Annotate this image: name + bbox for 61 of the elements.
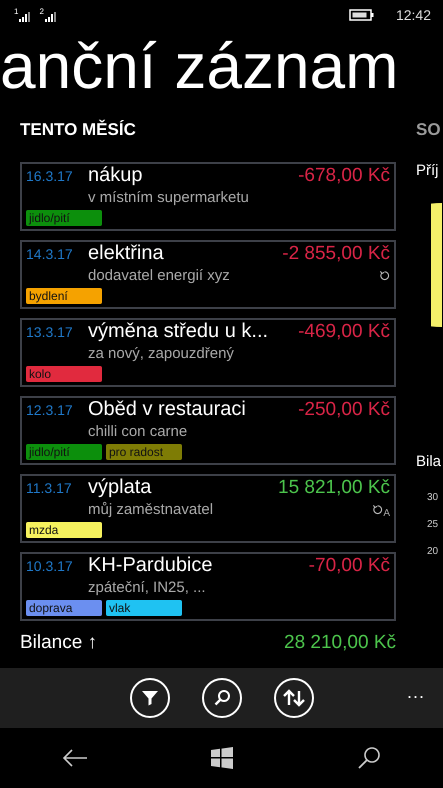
transaction-title: Oběd v restauraci — [88, 398, 247, 421]
transaction-amount: -678,00 Kč — [298, 165, 390, 187]
transaction-note: za nový, zapouzdřený — [88, 344, 235, 362]
category-tag: kolo — [26, 366, 102, 382]
income-label: Příj — [416, 162, 438, 179]
transaction-date: 13.3.17 — [26, 324, 74, 340]
category-tag: mzda — [26, 522, 102, 538]
transaction-amount: -250,00 Kč — [298, 399, 390, 421]
repeat-mark: A — [383, 508, 390, 519]
transaction-note: zpáteční, IN25, ... — [88, 578, 207, 596]
transaction-title: KH-Pardubice — [88, 554, 214, 577]
transaction-date: 10.3.17 — [26, 558, 74, 574]
transaction-card[interactable]: 16.3.17 nákup -678,00 Kč v místním supermarketu jidlo/pití — [20, 162, 396, 231]
balance-amount: 28 210,00 Kč — [284, 632, 396, 654]
category-tag: bydlení — [26, 288, 102, 304]
transaction-date: 14.3.17 — [26, 246, 74, 262]
transaction-note: chilli con carne — [88, 422, 188, 440]
sort-arrows-icon — [282, 688, 306, 708]
category-tag: jidlo/pití — [26, 210, 102, 226]
sim-number: 1 — [14, 8, 18, 16]
transaction-note: dodavatel energií xyz — [88, 266, 231, 284]
transaction-note: můj zaměstnavatel — [88, 500, 214, 518]
clock-time: 12:42 — [396, 7, 431, 23]
transaction-amount: -70,00 Kč — [308, 555, 390, 577]
signal-icon — [44, 12, 57, 22]
transaction-card[interactable]: 13.3.17 výměna středu u k... -469,00 Kč za nový, zapouzdřený kolo — [20, 318, 396, 387]
transaction-date: 11.3.17 — [26, 480, 73, 496]
more-button[interactable]: ... — [406, 682, 425, 703]
transaction-amount: 15 821,00 Kč — [278, 477, 390, 499]
signal-icon — [19, 12, 32, 22]
category-tag: jidlo/pití — [26, 444, 102, 460]
filter-button[interactable] — [130, 678, 170, 718]
category-tag: pro radost — [106, 444, 182, 460]
transaction-title: výměna středu u k... — [88, 320, 270, 343]
pivot-tab[interactable]: TENTO MĚSÍC — [20, 120, 136, 140]
axis-label: 20 — [427, 546, 440, 557]
balance-chart-label: Bila — [416, 453, 442, 470]
transaction-note: v místním supermarketu — [88, 188, 250, 206]
transaction-amount: -2 855,00 Kč — [282, 243, 390, 265]
battery-icon — [348, 9, 374, 21]
search-button[interactable] — [202, 678, 242, 718]
page-title: anční záznam — [0, 30, 398, 102]
transaction-amount: -469,00 Kč — [298, 321, 390, 343]
filter-icon — [140, 688, 160, 708]
category-tag: doprava — [26, 600, 102, 616]
transaction-date: 12.3.17 — [26, 402, 74, 418]
sort-button[interactable] — [274, 678, 314, 718]
balance-label: Bilance ↑ — [20, 632, 98, 654]
category-tag: vlak — [106, 600, 182, 616]
transaction-date: 16.3.17 — [26, 168, 74, 184]
transaction-title: nákup — [88, 164, 144, 187]
transaction-card[interactable]: 11.3.17 výplata 15 821,00 Kč můj zaměstnavatel A mzda — [20, 474, 396, 543]
sim-number: 2 — [39, 8, 44, 16]
pivot-tab[interactable]: SO — [416, 120, 441, 140]
transaction-title: elektřina — [88, 242, 165, 265]
transaction-card[interactable]: 10.3.17 KH-Pardubice -70,00 Kč zpáteční, IN25, ... doprava vlak — [20, 552, 396, 621]
transaction-title: výplata — [88, 476, 152, 499]
axis-label: 25 — [427, 519, 440, 530]
axis-label: 30 — [427, 492, 440, 503]
transaction-card[interactable]: 12.3.17 Oběd v restauraci -250,00 Kč chilli con carne jidlo/pití pro radost — [20, 396, 396, 465]
transaction-card[interactable]: 14.3.17 elektřina -2 855,00 Kč dodavatel energií xyz bydlení — [20, 240, 396, 309]
